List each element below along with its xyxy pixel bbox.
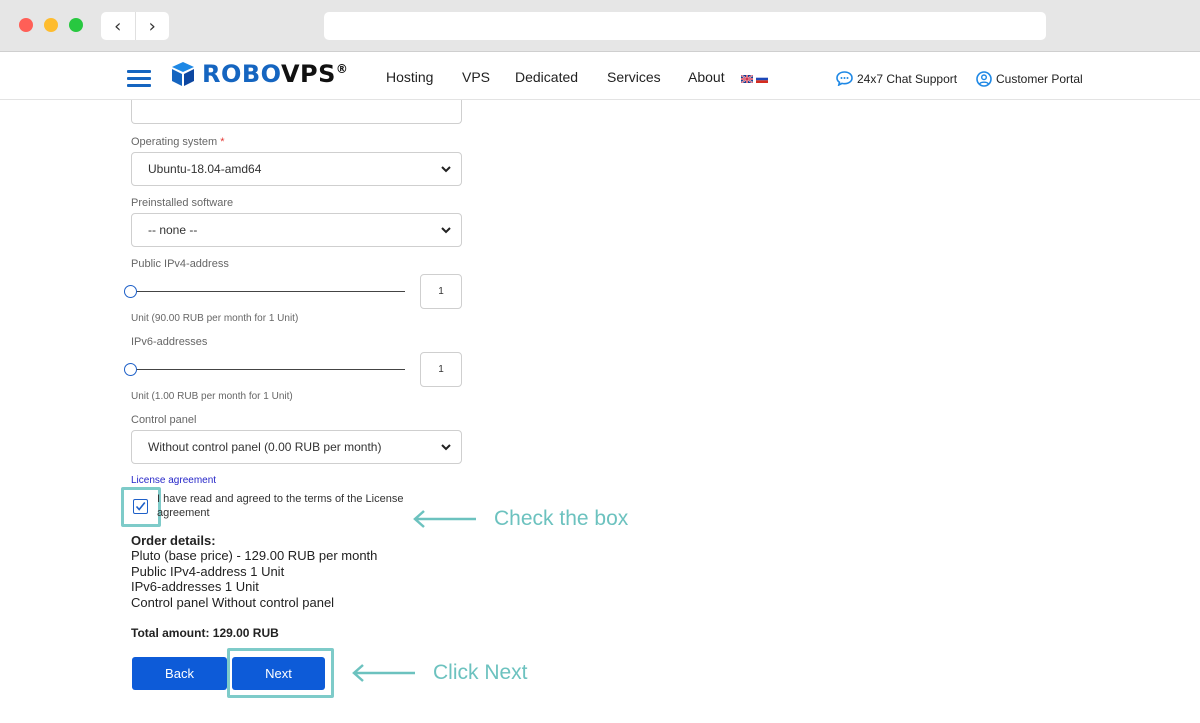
browser-toolbar: ‹ › — [0, 0, 1200, 52]
robovps-logo[interactable]: ROBOVPS® — [170, 60, 348, 88]
license-agreement-text: I have read and agreed to the terms of t… — [157, 493, 404, 519]
russian-flag-icon[interactable] — [756, 75, 768, 83]
ipv6-quantity-input[interactable]: 1 — [420, 352, 462, 387]
left-arrow-icon — [413, 510, 476, 528]
language-switcher — [741, 75, 768, 83]
click-next-annotation: Click Next — [433, 661, 528, 684]
checkmark-icon — [135, 502, 146, 511]
ipv4-slider-handle[interactable] — [124, 285, 137, 298]
ipv4-label: Public IPv4-address — [131, 258, 229, 270]
os-select[interactable]: Ubuntu-18.04-amd64 — [131, 152, 462, 186]
ipv4-price-note: Unit (90.00 RUB per month for 1 Unit) — [131, 313, 299, 324]
ipv6-slider[interactable] — [131, 369, 405, 370]
order-line: IPv6-addresses 1 Unit — [131, 579, 259, 594]
ipv4-slider[interactable] — [131, 291, 405, 292]
control-panel-select[interactable]: Without control panel (0.00 RUB per mont… — [131, 430, 462, 464]
user-circle-icon — [976, 71, 992, 87]
chevron-down-icon — [441, 166, 451, 173]
check-box-annotation: Check the box — [494, 507, 629, 530]
nav-dedicated[interactable]: Dedicated — [515, 69, 578, 85]
nav-services[interactable]: Services — [607, 69, 661, 85]
chevron-down-icon — [441, 444, 451, 451]
back-arrow-icon[interactable]: ‹ — [101, 12, 136, 40]
order-line: Pluto (base price) - 129.00 RUB per mont… — [131, 548, 378, 563]
history-nav: ‹ › — [101, 12, 169, 40]
ipv6-slider-handle[interactable] — [124, 363, 137, 376]
control-panel-label: Control panel — [131, 414, 197, 426]
chat-support-link[interactable]: 24x7 Chat Support — [836, 71, 957, 86]
previous-field-input[interactable] — [131, 100, 462, 124]
forward-arrow-icon[interactable]: › — [136, 12, 170, 40]
license-checkbox[interactable] — [133, 499, 148, 514]
software-label: Preinstalled software — [131, 197, 234, 209]
next-button[interactable]: Next — [232, 657, 325, 690]
chevron-down-icon — [441, 227, 451, 234]
license-agreement-link[interactable]: License agreement — [131, 475, 216, 486]
minimize-window-icon[interactable] — [44, 18, 58, 32]
ipv6-label: IPv6-addresses — [131, 336, 208, 348]
hamburger-menu-icon[interactable] — [127, 70, 151, 87]
software-select[interactable]: -- none -- — [131, 213, 462, 247]
ipv6-price-note: Unit (1.00 RUB per month for 1 Unit) — [131, 391, 293, 402]
os-label: Operating system * — [131, 136, 225, 148]
left-arrow-icon — [352, 664, 415, 682]
logo-text: ROBOVPS® — [202, 60, 349, 88]
site-header: ROBOVPS® Hosting VPS Dedicated Services … — [0, 52, 1200, 100]
chat-bubble-icon — [836, 71, 853, 86]
ipv4-quantity-input[interactable]: 1 — [420, 274, 462, 309]
total-amount: Total amount: 129.00 RUB — [131, 626, 279, 640]
back-button[interactable]: Back — [132, 657, 227, 690]
uk-flag-icon[interactable] — [741, 75, 753, 83]
nav-about[interactable]: About — [688, 69, 725, 85]
order-line: Public IPv4-address 1 Unit — [131, 564, 285, 579]
cube-logo-icon — [172, 62, 194, 86]
order-details-title: Order details: — [131, 533, 216, 548]
maximize-window-icon[interactable] — [69, 18, 83, 32]
close-window-icon[interactable] — [19, 18, 33, 32]
nav-hosting[interactable]: Hosting — [386, 69, 433, 85]
order-line: Control panel Without control panel — [131, 595, 335, 610]
nav-vps[interactable]: VPS — [462, 69, 490, 85]
customer-portal-link[interactable]: Customer Portal — [976, 71, 1083, 87]
address-bar[interactable] — [324, 12, 1046, 40]
